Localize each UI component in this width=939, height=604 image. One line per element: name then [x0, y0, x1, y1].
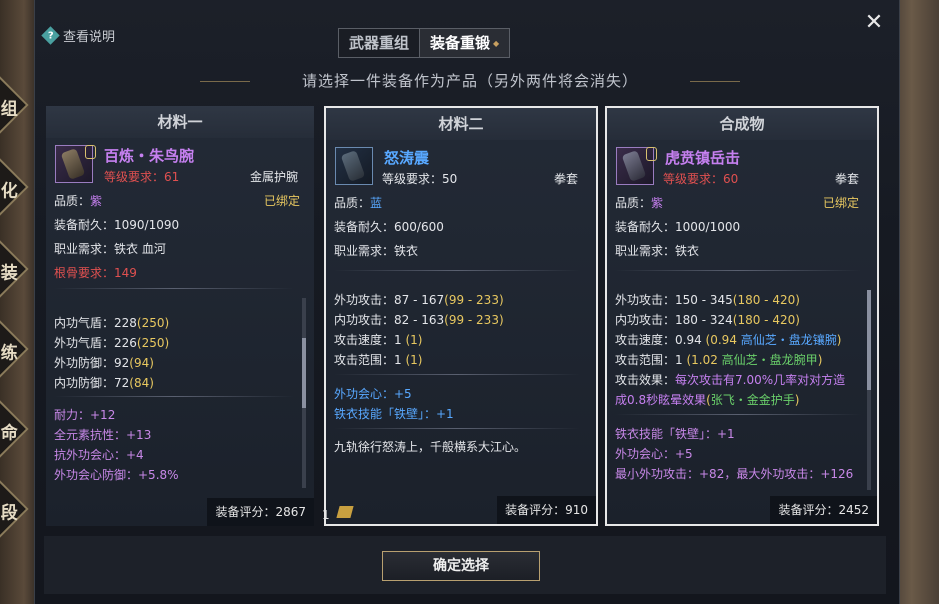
item-name: 虎贲镇岳击	[665, 149, 741, 167]
result-card[interactable]: 合成物 虎贲镇岳击 等级要求：60 拳套 品质：紫 已绑定 装备耐久：1000/…	[605, 106, 879, 526]
divider	[54, 288, 294, 289]
stat-row: 外功攻击：87 - 167(99 - 233)	[334, 293, 504, 307]
item-name: 百炼・朱鸟腕	[104, 147, 195, 165]
material-card-1[interactable]: 材料一 百炼・朱鸟腕 等级要求：61 金属护腕 品质：紫 已绑定 装备耐久：10…	[46, 106, 314, 526]
level-requirement: 等级要求：60	[663, 172, 739, 186]
material-card-2[interactable]: 材料二 怒涛震 等级要求：50 拳套 品质：蓝 装备耐久：600/600 职业需…	[322, 106, 598, 526]
equipment-score: 装备评分：2452	[770, 496, 877, 524]
level-requirement: 等级要求：50	[382, 172, 458, 186]
card-header: 合成物	[607, 108, 877, 140]
tab-equipment-reforge[interactable]: 装备重锻	[419, 29, 510, 57]
stat-row: 内功攻击：82 - 163(99 - 233)	[334, 313, 504, 327]
quality-value: 紫	[90, 194, 103, 208]
card-body: 百炼・朱鸟腕 等级要求：61 金属护腕 品质：紫 已绑定 装备耐久：1090/1…	[46, 138, 314, 501]
help-label: 查看说明	[63, 30, 116, 45]
lock-icon	[646, 147, 657, 161]
bonus-stat: 抗外功会心：+4	[54, 448, 144, 462]
card-body: 怒涛震 等级要求：50 拳套 品质：蓝 装备耐久：600/600 职业需求：铁衣…	[326, 140, 596, 503]
stat-row: 成0.8秒眩晕效果(张飞・金金护手)	[615, 393, 800, 407]
bonus-stat: 外功会心：+5	[334, 387, 412, 401]
durability: 装备耐久：600/600	[334, 220, 444, 234]
divider	[334, 374, 580, 375]
item-count: 1	[322, 508, 330, 522]
tab-weapon-recombine[interactable]: 武器重组	[339, 29, 419, 57]
stat-row: 外功防御：92(94)	[54, 356, 154, 370]
bonus-stat: 耐力：+12	[54, 408, 116, 422]
subtitle-rule-right	[690, 81, 740, 82]
job-requirement: 职业需求：铁衣	[334, 244, 419, 258]
bonus-stat: 外功会心防御：+5.8%	[54, 468, 179, 482]
level-requirement: 等级要求：61	[104, 170, 180, 184]
equipment-score: 装备评分：910	[497, 496, 596, 524]
item-icon	[335, 147, 373, 185]
stat-row: 内功攻击：180 - 324(180 - 420)	[615, 313, 800, 327]
bone-requirement: 根骨要求：149	[54, 266, 137, 280]
flavor-text: 九轨徐行怒涛上，千般横系大江心。	[334, 440, 527, 454]
equipment-score: 装备评分：2867	[207, 498, 314, 526]
quality-row: 品质：紫	[615, 194, 663, 211]
scrollbar[interactable]	[302, 298, 306, 488]
help-link[interactable]: ? 查看说明	[41, 26, 116, 45]
stat-row: 攻击范围：1 (1)	[334, 353, 423, 367]
confirm-button[interactable]: 确定选择	[382, 551, 540, 581]
quality-value: 紫	[651, 196, 664, 210]
bound-status: 已绑定	[823, 196, 860, 210]
stat-row: 攻击速度：1 (1)	[334, 333, 423, 347]
item-name: 怒涛震	[384, 149, 430, 167]
divider	[615, 414, 861, 415]
quality-row: 品质：蓝	[334, 194, 382, 211]
stat-row: 攻击效果：每次攻击有7.00%几率对对方造	[615, 373, 846, 387]
card-header: 材料一	[46, 106, 314, 138]
job-requirement: 职业需求：铁衣 血河	[54, 242, 166, 256]
tab-bar: 武器重组 装备重锻	[338, 28, 511, 58]
job-requirement: 职业需求：铁衣	[615, 244, 700, 258]
quality-label: 品质：	[615, 196, 652, 210]
gold-note-icon	[336, 506, 354, 518]
lock-icon	[85, 145, 96, 159]
durability: 装备耐久：1000/1000	[615, 220, 741, 234]
quality-label: 品质：	[54, 194, 91, 208]
quality-label: 品质：	[334, 196, 371, 210]
divider	[334, 270, 580, 271]
stat-row: 攻击速度：0.94 (0.94 高仙芝・盘龙镶腕)	[615, 333, 842, 347]
quality-value: 蓝	[370, 196, 383, 210]
bonus-stat: 铁衣技能「铁壁」：+1	[615, 427, 735, 441]
divider	[54, 396, 294, 397]
item-type: 金属护腕	[250, 170, 299, 184]
stat-row: 外功气盾：226(250)	[54, 336, 170, 350]
stat-row: 内功防御：72(84)	[54, 376, 154, 390]
stat-row: 外功攻击：150 - 345(180 - 420)	[615, 293, 800, 307]
stat-row: 攻击范围：1 (1.02 高仙芝・盘龙腕甲)	[615, 353, 823, 367]
bound-status: 已绑定	[264, 194, 301, 208]
card-body: 虎贲镇岳击 等级要求：60 拳套 品质：紫 已绑定 装备耐久：1000/1000…	[607, 140, 877, 503]
divider	[334, 428, 580, 429]
bonus-stat: 外功会心：+5	[615, 447, 693, 461]
quality-row: 品质：紫	[54, 192, 102, 209]
help-icon: ?	[41, 26, 60, 45]
close-button[interactable]: ✕	[862, 12, 886, 36]
bonus-stat: 铁衣技能「铁壁」：+1	[334, 407, 454, 421]
bonus-stat: 全元素抗性：+13	[54, 428, 152, 442]
durability: 装备耐久：1090/1090	[54, 218, 180, 232]
card-header: 材料二	[326, 108, 596, 140]
stat-row: 内功气盾：228(250)	[54, 316, 170, 330]
scrollbar[interactable]	[867, 290, 871, 490]
bonus-stat: 最小外功攻击：+82，最大外功攻击：+126	[615, 467, 854, 481]
item-type: 拳套	[554, 172, 579, 186]
item-type: 拳套	[835, 172, 860, 186]
subtitle: 请选择一件装备作为产品（另外两件将会消失）	[301, 72, 638, 90]
divider	[615, 270, 861, 271]
